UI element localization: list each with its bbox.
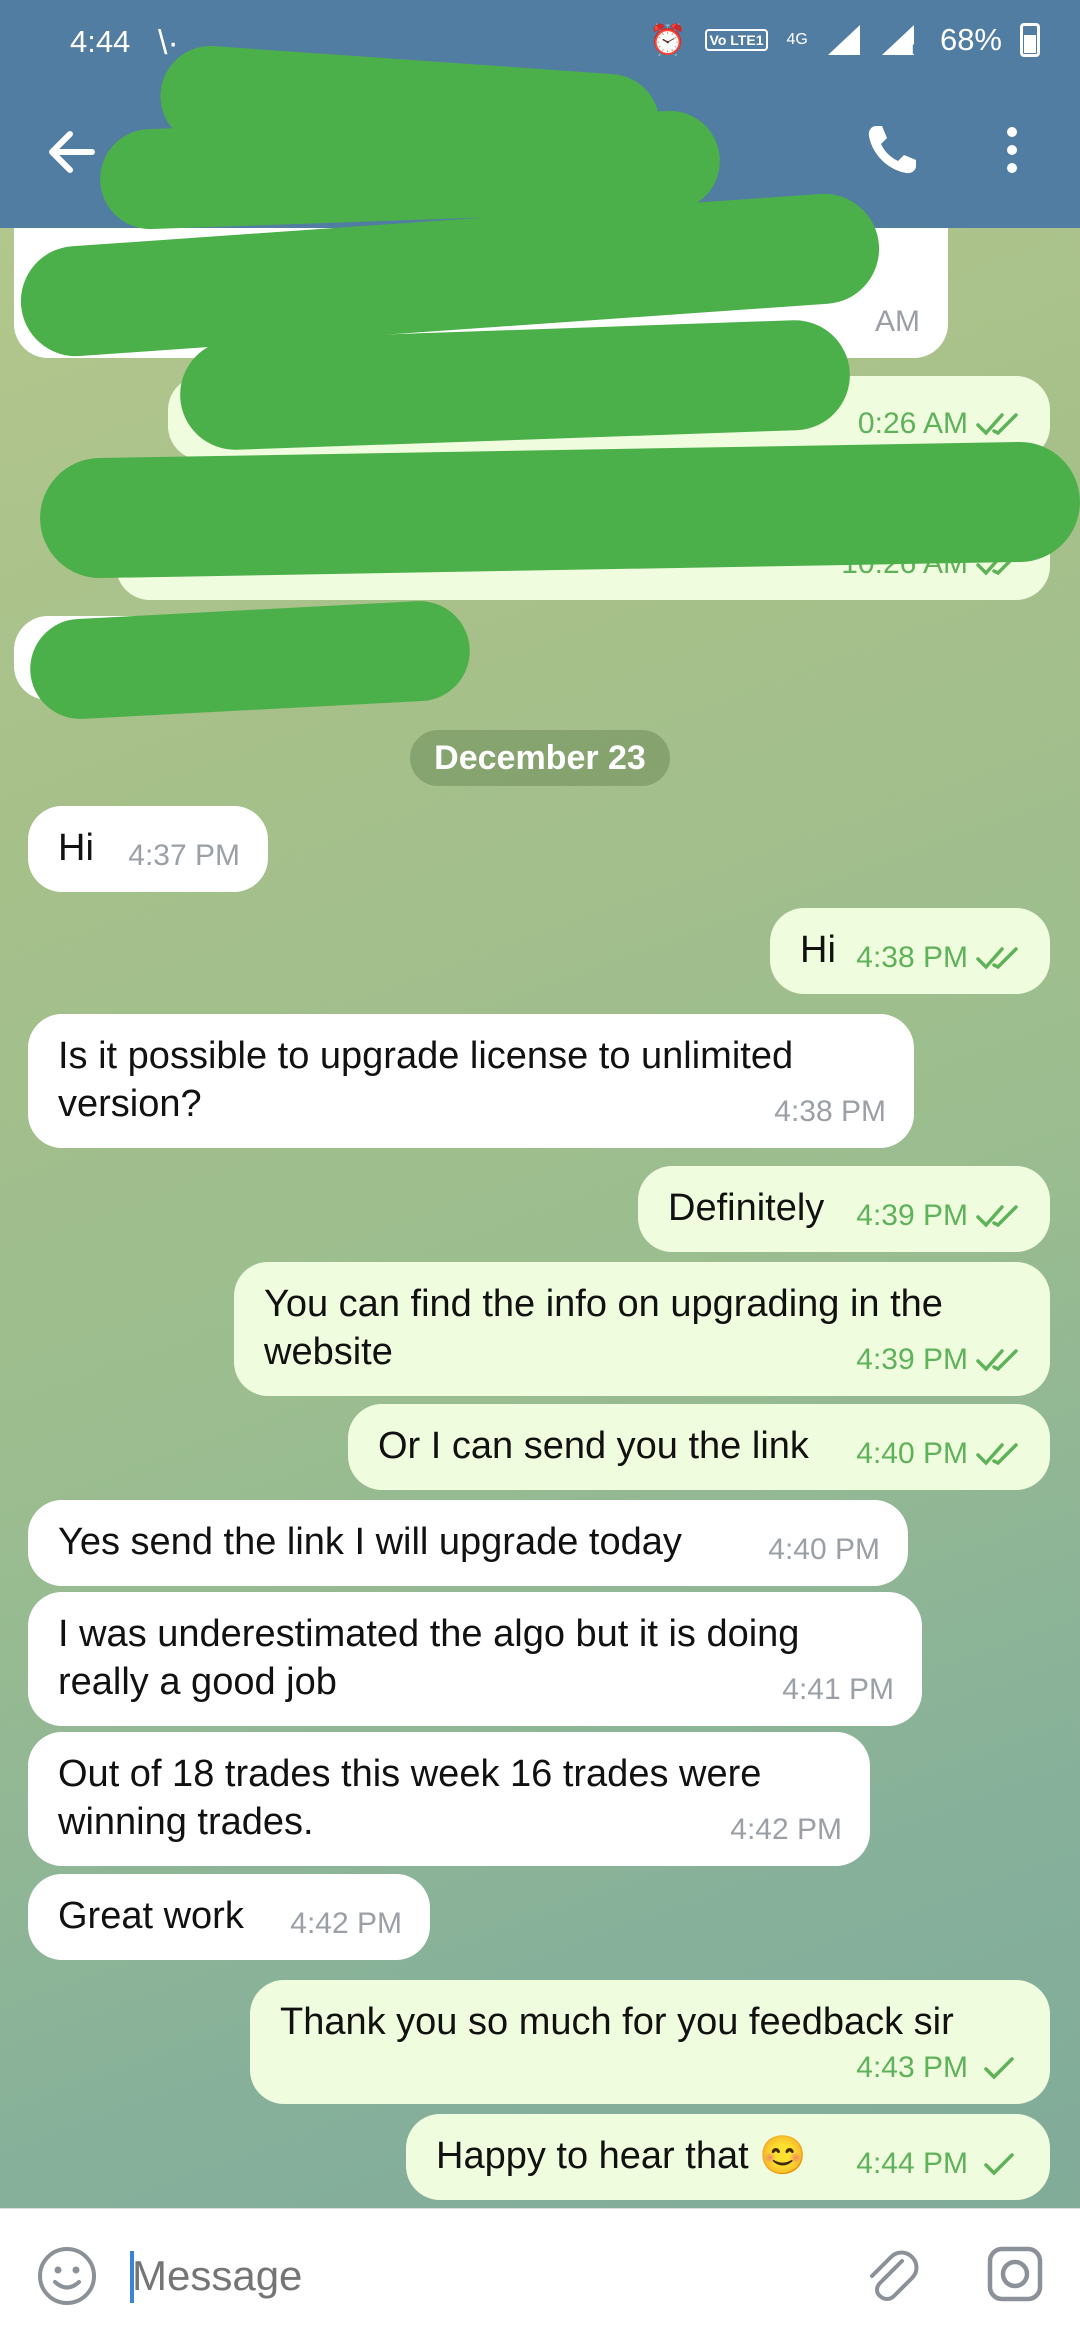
read-double-check-icon: [976, 1205, 1018, 1228]
message-input[interactable]: [130, 2235, 834, 2317]
message-text: I was underestimated the algo but it is …: [58, 1613, 800, 1703]
camera-icon[interactable]: [984, 2243, 1046, 2305]
message-bubble-outgoing[interactable]: Or I can send you the link 4:40 PM: [348, 1404, 1050, 1490]
message-text: Happy to hear that 😊: [436, 2135, 807, 2177]
network-type: 4G: [786, 31, 808, 48]
sent-check-icon: [984, 2153, 1014, 2176]
volte-badge: Vo LTE1: [704, 29, 769, 51]
message-bubble-incoming[interactable]: Out of 18 trades this week 16 trades wer…: [28, 1732, 870, 1866]
back-arrow-icon[interactable]: [40, 120, 104, 184]
message-time: 4:39 PM: [856, 1199, 968, 1232]
status-time: 4:44: [70, 24, 131, 59]
sent-check-icon: [984, 2057, 1014, 2080]
message-text: Out of 18 trades this week 16 trades wer…: [58, 1753, 762, 1843]
message-text: Hi: [800, 929, 836, 971]
read-double-check-icon: [976, 413, 1018, 436]
message-bubble-outgoing[interactable]: Thank you so much for you feedback sir 4…: [250, 1980, 1050, 2104]
message-composer: [0, 2208, 1080, 2341]
message-time-row: 4:39 PM: [856, 1192, 1022, 1240]
status-indicator: \·: [158, 24, 179, 62]
message-time: 4:41 PM: [782, 1673, 894, 1706]
paperclip-icon[interactable]: [862, 2245, 922, 2305]
message-text: You can find the info on upgrading in th…: [264, 1283, 943, 1373]
message-text: Or I can send you the link: [378, 1425, 809, 1467]
message-time: 0:26 AM: [857, 407, 968, 440]
message-bubble-outgoing[interactable]: Happy to hear that 😊 4:44 PM: [406, 2114, 1050, 2200]
message-text: Definitely: [668, 1187, 825, 1229]
message-time: 4:37 PM: [128, 839, 240, 872]
message-time: 4:40 PM: [768, 1533, 880, 1566]
date-separator: December 23: [410, 730, 670, 786]
message-bubble-incoming[interactable]: Great work 4:42 PM: [28, 1874, 430, 1960]
more-vert-icon[interactable]: [990, 118, 1034, 182]
status-icons: ⏰ Vo LTE1 4G R 68%: [649, 22, 1040, 58]
read-double-check-icon: [976, 1349, 1018, 1372]
message-time-row: 4:40 PM: [856, 1430, 1022, 1478]
message-text: Thank you so much for you feedback sir: [280, 2001, 954, 2043]
message-time-row: 4:44 PM: [856, 2140, 1022, 2188]
message-bubble-outgoing[interactable]: Definitely 4:39 PM: [638, 1166, 1050, 1252]
message-time: 4:43 PM: [856, 2051, 968, 2084]
alarm-icon: ⏰: [649, 23, 687, 57]
message-time: 4:39 PM: [856, 1343, 968, 1376]
message-time: 4:42 PM: [290, 1907, 402, 1940]
message-time: 4:38 PM: [774, 1095, 886, 1128]
read-double-check-icon: [976, 947, 1018, 970]
redaction-mark: [178, 318, 852, 452]
emoji-icon[interactable]: [36, 2245, 98, 2307]
message-bubble-incoming[interactable]: Yes send the link I will upgrade today 4…: [28, 1500, 908, 1586]
message-bubble-incoming[interactable]: Is it possible to upgrade license to unl…: [28, 1014, 914, 1148]
signal-icon: [827, 25, 860, 55]
message-time: AM: [875, 305, 920, 338]
signal-roaming-icon: [881, 25, 914, 55]
message-time-row: 4:39 PM: [856, 1336, 1022, 1384]
message-text: Yes send the link I will upgrade today: [58, 1521, 682, 1563]
battery-icon: [1020, 23, 1040, 57]
message-bubble-outgoing[interactable]: You can find the info on upgrading in th…: [234, 1262, 1050, 1396]
battery-percent: 68%: [939, 22, 1002, 57]
read-double-check-icon: [976, 1443, 1018, 1466]
message-bubble-incoming[interactable]: I was underestimated the algo but it is …: [28, 1592, 922, 1726]
message-bubble-outgoing[interactable]: Hi 4:38 PM: [770, 908, 1050, 994]
message-text: Great work: [58, 1895, 244, 1937]
roaming-label: R: [911, 41, 922, 57]
message-time-row: 0:26 AM: [858, 400, 1022, 448]
message-time-row: 4:43 PM: [856, 2044, 1022, 2092]
message-time: 4:42 PM: [730, 1813, 842, 1846]
redaction-mark: [39, 440, 1080, 580]
message-time-row: 4:38 PM: [856, 934, 1022, 982]
message-time: 4:40 PM: [856, 1437, 968, 1470]
message-bubble-incoming[interactable]: Hi 4:37 PM: [28, 806, 268, 892]
message-text: Hi: [58, 827, 94, 869]
message-time: 4:44 PM: [856, 2147, 968, 2180]
message-text: Is it possible to upgrade license to unl…: [58, 1035, 794, 1125]
phone-icon[interactable]: [860, 118, 924, 182]
message-time: 4:38 PM: [856, 941, 968, 974]
